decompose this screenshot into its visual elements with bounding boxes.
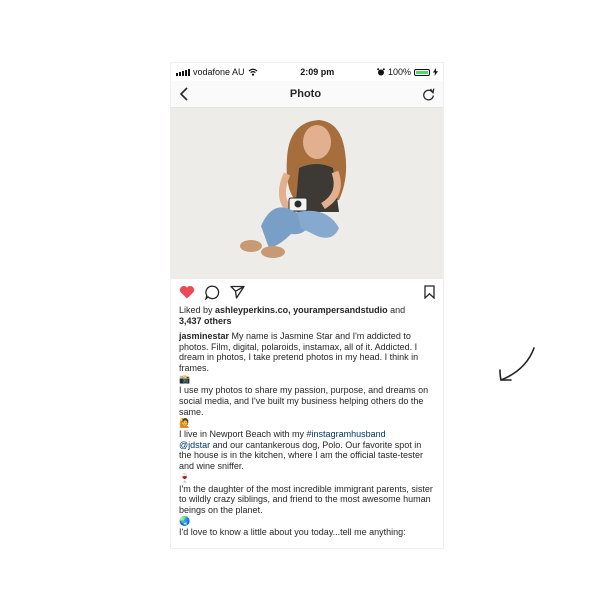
liked-by-and: and <box>387 305 406 315</box>
signal-icon <box>176 68 190 76</box>
back-chevron-icon[interactable] <box>179 87 189 101</box>
caption-paragraph-3b: and our cantankerous dog, Polo. Our favo… <box>179 439 423 471</box>
wifi-icon <box>248 68 257 76</box>
mention-link[interactable]: @jdstar <box>179 440 210 450</box>
post-photo-illustration <box>171 108 443 279</box>
battery-percent: 100% <box>387 67 411 77</box>
refresh-icon[interactable] <box>422 87 435 101</box>
caption-paragraph-3a: I live in Newport Beach with my <box>179 429 307 440</box>
status-time: 2:09 pm <box>300 67 335 77</box>
battery-icon <box>414 68 430 76</box>
alarm-icon <box>377 68 385 76</box>
likes-count[interactable]: 3,437 others <box>179 316 232 326</box>
caption-paragraph-2: I use my photos to share my passion, pur… <box>179 385 429 417</box>
camera-emoji-icon: 📸 <box>179 374 191 385</box>
share-icon[interactable] <box>230 285 245 299</box>
post-caption: jasminestar My name is Jasmine Star and … <box>171 327 443 538</box>
liked-by-users[interactable]: ashleyperkins.co, yourampersandstudio <box>215 305 388 315</box>
hashtag-link[interactable]: #instagramhusband <box>307 429 386 439</box>
nav-bar: Photo <box>171 81 443 108</box>
wine-emoji-icon: 🍷 <box>179 472 191 483</box>
bookmark-icon[interactable] <box>424 285 435 299</box>
heart-icon[interactable] <box>179 285 195 299</box>
liked-by-prefix: Liked by <box>179 305 216 315</box>
person-emoji-icon: 🙋 <box>179 418 191 429</box>
page-title: Photo <box>289 88 322 100</box>
comment-icon[interactable] <box>205 285 220 300</box>
carrier-label: vodafone AU <box>193 67 245 77</box>
post-photo[interactable] <box>171 108 443 279</box>
phone-screen: vodafone AU 2:09 pm 100% Photo Liked by … <box>170 62 444 549</box>
post-actions <box>171 279 443 305</box>
charging-icon <box>433 68 438 76</box>
caption-username[interactable]: jasminestar <box>179 331 229 341</box>
globe-emoji-icon: 🌏 <box>179 516 191 527</box>
caption-paragraph-4: I'm the daughter of the most incredible … <box>179 483 433 515</box>
likes-summary: Liked by ashleyperkins.co, yourampersand… <box>171 305 443 327</box>
status-bar: vodafone AU 2:09 pm 100% <box>171 63 443 81</box>
caption-paragraph-5: I'd love to know a little about you toda… <box>179 527 406 538</box>
hand-drawn-arrow-icon <box>499 347 535 381</box>
